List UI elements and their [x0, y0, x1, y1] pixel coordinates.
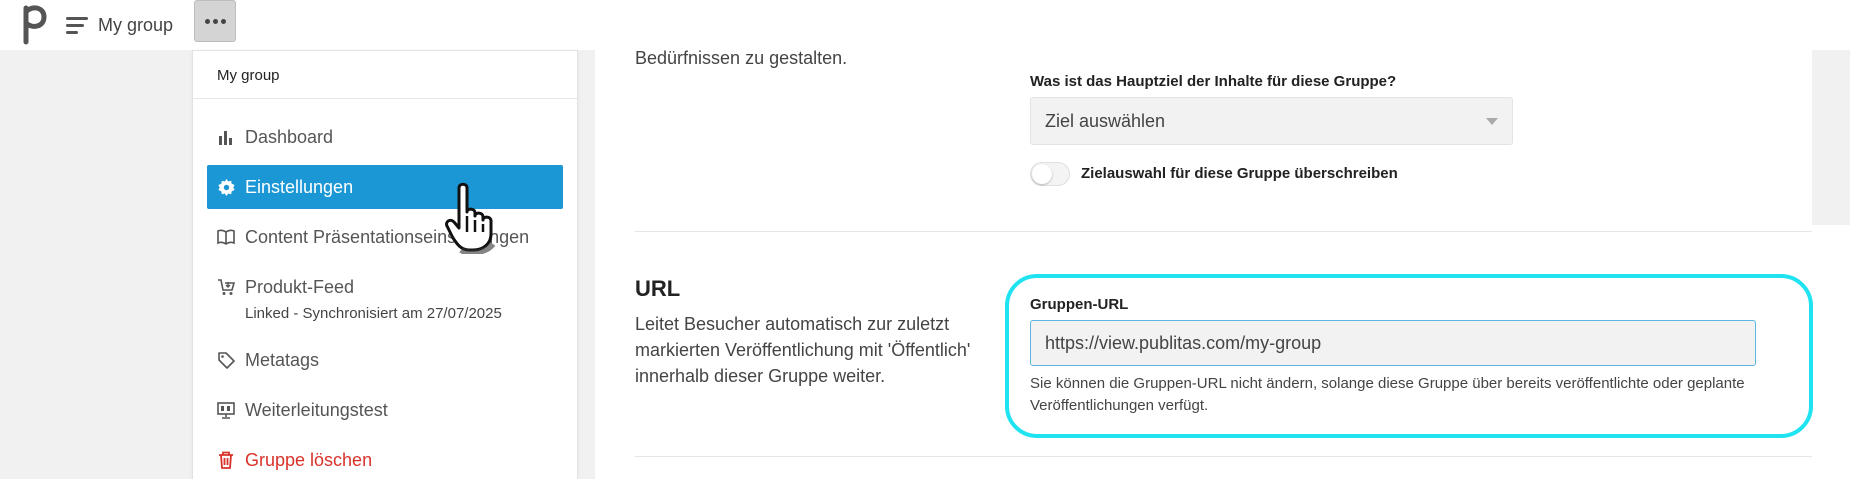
goal-override-toggle[interactable] — [1030, 162, 1070, 186]
monitor-icon — [217, 401, 235, 419]
menu-item-einstellungen[interactable]: Einstellungen — [207, 165, 563, 209]
group-dropdown-menu: My group Dashboard Einstellungen Content… — [192, 50, 578, 479]
bar-chart-icon — [217, 128, 235, 146]
menu-item-label: Produkt-Feed — [245, 276, 355, 297]
dot-icon — [204, 18, 210, 24]
menu-item-label: Metatags — [245, 349, 320, 370]
page-background-right — [1812, 50, 1850, 225]
hamburger-icon — [66, 16, 88, 34]
group-title: My group — [98, 14, 174, 35]
menu-item-label: Einstellungen — [245, 176, 354, 197]
url-section-description: Leitet Besucher automatisch zur zuletzt … — [635, 314, 971, 386]
goal-select-label: Was ist das Hauptziel der Inhalte für di… — [1030, 73, 1397, 90]
menu-item-label: Dashboard — [245, 126, 334, 147]
menu-item-metatags[interactable]: Metatags — [207, 338, 563, 382]
goal-select[interactable]: Ziel auswählen — [1030, 97, 1513, 145]
menu-item-weiterleitungstest[interactable]: Weiterleitungstest — [207, 388, 563, 432]
group-menu-toggle[interactable]: My group — [66, 10, 173, 40]
publitas-logo-icon[interactable] — [20, 2, 48, 46]
dropdown-header: My group — [193, 51, 577, 99]
goal-override-label: Zielauswahl für diese Gruppe überschreib… — [1081, 165, 1398, 182]
group-url-value: https://view.publitas.com/my-group — [1045, 332, 1322, 353]
more-options-button[interactable] — [194, 0, 236, 42]
goal-section-description: Bedürfnissen zu gestalten. — [635, 48, 848, 68]
menu-item-label: Gruppe löschen — [245, 449, 373, 470]
dot-icon — [212, 18, 218, 24]
toggle-knob — [1032, 164, 1052, 184]
menu-item-label: Weiterleitungstest — [245, 399, 388, 420]
menu-item-produkt-feed[interactable]: Produkt-Feed — [207, 265, 563, 309]
group-url-help-text: Sie können die Gruppen-URL nicht ändern,… — [1030, 375, 1745, 414]
book-open-icon — [217, 228, 235, 246]
menu-item-dashboard[interactable]: Dashboard — [207, 115, 563, 159]
cart-icon — [217, 278, 235, 296]
group-url-label: Gruppen-URL — [1030, 296, 1129, 313]
produkt-feed-sync-status: Linked - Synchronisiert am 27/07/2025 — [245, 305, 502, 322]
hand-pointer-cursor-icon — [445, 182, 496, 254]
section-divider — [635, 231, 1812, 232]
trash-icon — [217, 451, 235, 469]
url-section-title: URL — [635, 276, 681, 301]
menu-item-gruppe-loeschen[interactable]: Gruppe löschen — [207, 438, 563, 479]
menu-item-content-presentation[interactable]: Content Präsentationseinstellungen — [207, 215, 563, 259]
chevron-down-icon — [1486, 117, 1498, 125]
gear-icon — [217, 178, 235, 196]
goal-select-value: Ziel auswählen — [1045, 110, 1166, 131]
tag-icon — [217, 351, 235, 369]
section-divider — [635, 456, 1812, 457]
group-url-input[interactable]: https://view.publitas.com/my-group — [1030, 320, 1756, 366]
top-bar: My group — [0, 0, 1850, 50]
settings-content: Bedürfnissen zu gestalten. Was ist das H… — [595, 48, 1813, 479]
dot-icon — [220, 18, 226, 24]
